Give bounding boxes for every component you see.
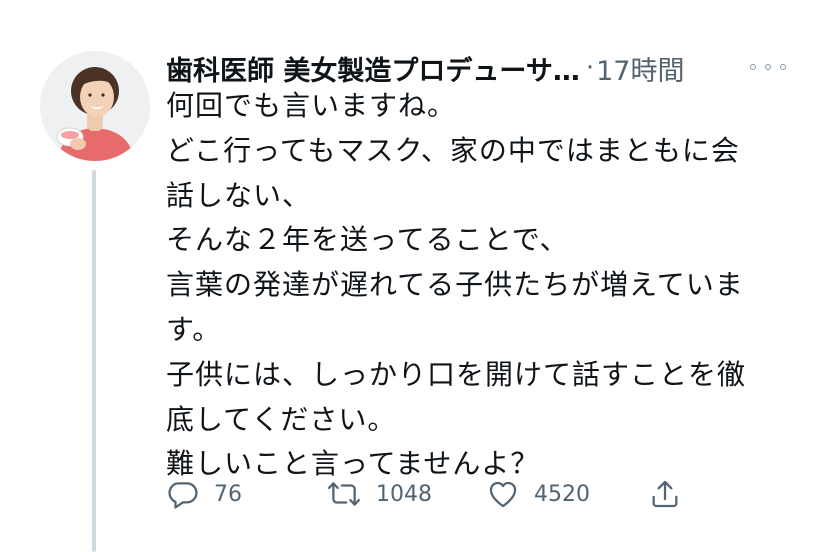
tweet: 歯科医師 美女製造プロデューサ… · 17時間 何回でも言いますね。 どこ行って… [0, 0, 827, 552]
share-icon [652, 480, 678, 508]
more-horizontal-icon[interactable] [750, 55, 786, 79]
tweet-text-line: 子供には、しっかり口を開けて話すことを徹 [166, 357, 747, 391]
tweet-text-line: そんな２年を送ってることで、 [166, 223, 569, 257]
separator-dot: · [585, 53, 595, 83]
tweet-text-line: 底してください。 [166, 402, 397, 436]
tweet-text-line: どこ行ってもマスク、家の中ではまともに会 [166, 133, 740, 167]
reply-count: 76 [214, 481, 242, 507]
reply-button[interactable]: 76 [166, 474, 242, 514]
retweet-button[interactable]: 1048 [326, 474, 432, 514]
tweet-text-line: 何回でも言いますね。 [166, 89, 457, 122]
tweet-text-line: す。 [166, 312, 222, 346]
like-count: 4520 [534, 481, 590, 507]
author-name[interactable]: 歯科医師 美女製造プロデューサ… [166, 49, 580, 88]
thread-connector-line [92, 170, 96, 552]
heart-icon [489, 481, 517, 508]
share-button[interactable] [648, 474, 682, 514]
retweet-icon [327, 482, 361, 506]
like-button[interactable]: 4520 [486, 474, 590, 514]
reply-icon [168, 482, 198, 509]
avatar[interactable] [40, 51, 150, 161]
tweet-text: 何回でも言いますね。 どこ行ってもマスク、家の中ではまともに会 話しない、 そん… [166, 84, 786, 487]
tweet-text-line: 言葉の発達が遅れてる子供たちが増えていま [166, 268, 744, 302]
tweet-text-line: 話しない、 [166, 178, 312, 212]
retweet-count: 1048 [376, 481, 432, 507]
timestamp[interactable]: 17時間 [596, 49, 684, 88]
tweet-header: 歯科医師 美女製造プロデューサ… · 17時間 [166, 48, 806, 88]
avatar-photo [40, 51, 150, 161]
tweet-actions: 76 1048 4520 [166, 474, 726, 514]
